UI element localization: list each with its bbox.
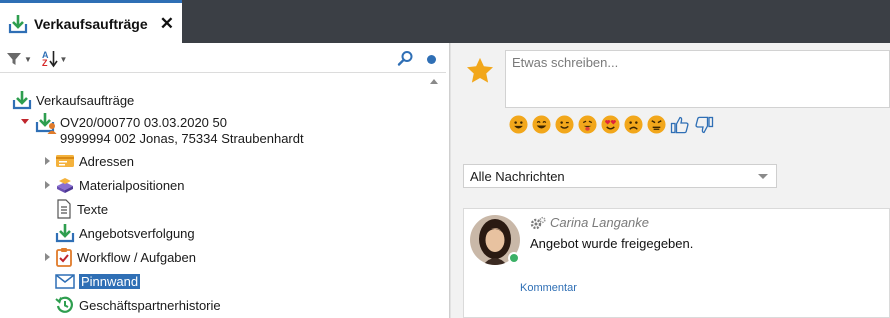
filter-button[interactable]: ▼ (6, 49, 32, 69)
expand-arrow-icon[interactable] (45, 181, 50, 189)
address-card-icon (56, 155, 74, 167)
tree-node-materialpositionen[interactable]: Materialpositionen (55, 174, 185, 196)
tree-node-label: Verkaufsaufträge (36, 92, 135, 108)
close-icon[interactable]: ✕ (160, 15, 174, 32)
star-icon[interactable] (465, 56, 495, 86)
sort-arrow-icon (48, 51, 58, 68)
task-clipboard-icon (56, 248, 72, 267)
gear-icon (530, 216, 546, 230)
sort-button[interactable]: AZ ▼ (42, 49, 67, 69)
tongue-emoji-icon[interactable] (578, 115, 597, 134)
tree-node-label: Materialpositionen (79, 177, 185, 193)
expand-arrow-icon[interactable] (45, 253, 50, 261)
history-icon (55, 296, 73, 313)
tree-node-pinnwand[interactable]: Pinnwand (55, 270, 141, 292)
scroll-up-arrow-icon[interactable] (430, 79, 438, 84)
sales-order-person-icon (35, 113, 57, 134)
pinnwand-panel: Alle Nachrichten Carina Langanke Angebot… (451, 43, 890, 318)
status-dot-button[interactable] (427, 55, 436, 64)
angry-emoji-icon[interactable] (647, 115, 666, 134)
sales-order-icon (12, 91, 32, 110)
thumbs-up-icon[interactable] (670, 115, 690, 135)
sales-order-icon (8, 15, 28, 34)
message-board-icon (55, 274, 75, 289)
quote-tracking-icon (55, 224, 75, 243)
smile-emoji-icon[interactable] (509, 115, 528, 134)
message-filter-select[interactable]: Alle Nachrichten (463, 164, 777, 188)
chevron-down-icon: ▼ (59, 54, 68, 64)
comment-link[interactable]: Kommentar (520, 282, 577, 294)
tree-node-label: Pinnwand (79, 273, 141, 289)
tree-toolbar: ▼ AZ ▼ (0, 43, 446, 73)
document-icon (57, 199, 71, 219)
tree-node-adressen[interactable]: Adressen (55, 150, 134, 172)
post-text: Angebot wurde freigegeben. (530, 236, 694, 251)
heart-eyes-emoji-icon[interactable] (601, 115, 620, 134)
tree-node-label: Texte (77, 201, 109, 217)
tab-verkaufsauftraege[interactable]: Verkaufsaufträge ✕ (0, 0, 182, 45)
tree-node-label: Angebotsverfolgung (79, 225, 195, 241)
collapse-arrow-icon[interactable] (21, 119, 29, 124)
chevron-down-icon (758, 174, 768, 179)
tree-node-angebotsverfolgung[interactable]: Angebotsverfolgung (55, 222, 195, 244)
tree-node-texte[interactable]: Texte (55, 198, 108, 220)
wink-emoji-icon[interactable] (555, 115, 574, 134)
post-author[interactable]: Carina Langanke (550, 215, 649, 230)
tab-title: Verkaufsaufträge (34, 16, 148, 32)
expand-arrow-icon[interactable] (45, 157, 50, 165)
tree-node-label: Geschäftspartnerhistorie (79, 297, 221, 313)
compose-input[interactable] (505, 50, 890, 108)
search-icon[interactable] (397, 50, 414, 67)
materials-icon (57, 178, 73, 193)
tree-node-workflow[interactable]: Workflow / Aufgaben (55, 246, 196, 268)
tree-node-geschaeftspartnerhistorie[interactable]: Geschäftspartnerhistorie (55, 294, 221, 316)
grin-emoji-icon[interactable] (532, 115, 551, 134)
tree-panel: ▼ AZ ▼ Verkaufsaufträge OV20/000770 03.0… (0, 43, 450, 318)
order-customer: 9999994 002 Jonas, 75334 Straubenhardt (60, 131, 304, 146)
message-post: Carina Langanke Angebot wurde freigegebe… (463, 208, 890, 318)
online-status-indicator (508, 252, 520, 264)
message-filter-value: Alle Nachrichten (470, 168, 565, 184)
tree-node-label: Workflow / Aufgaben (77, 249, 196, 265)
tree-node-verkaufsauftraege[interactable]: Verkaufsaufträge (12, 89, 134, 111)
tree-node-label: Adressen (79, 153, 134, 169)
reaction-bar (509, 115, 714, 135)
chevron-down-icon: ▼ (24, 54, 32, 64)
sad-emoji-icon[interactable] (624, 115, 643, 134)
thumbs-down-icon[interactable] (694, 115, 714, 135)
order-title: OV20/000770 03.03.2020 50 (60, 115, 227, 130)
filter-icon (7, 53, 21, 65)
vertical-scrollbar[interactable] (428, 76, 442, 316)
